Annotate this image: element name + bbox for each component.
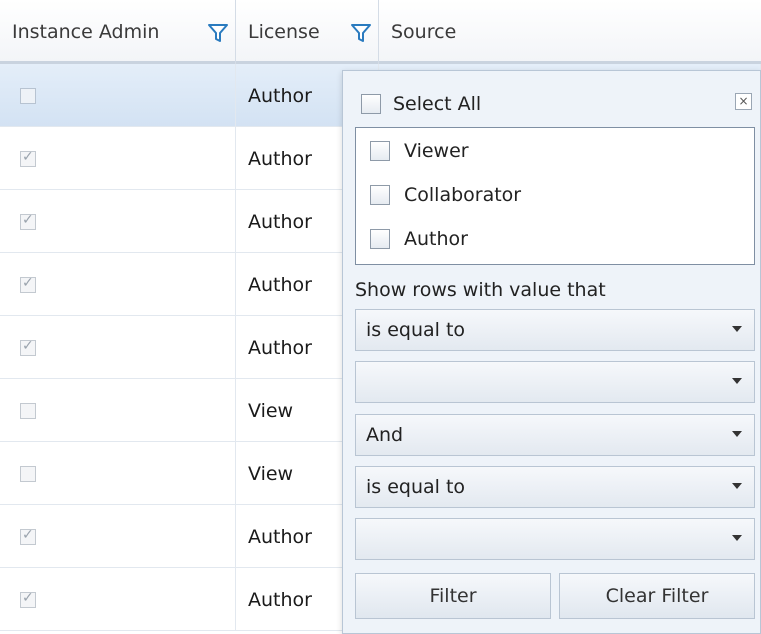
column-header-label: Source xyxy=(391,21,457,43)
admin-checkbox[interactable] xyxy=(20,87,36,104)
dropdown-value: And xyxy=(366,424,404,446)
filter-option-author[interactable]: Author xyxy=(370,228,468,250)
admin-checkbox[interactable] xyxy=(20,149,36,167)
admin-cell xyxy=(0,316,236,379)
admin-checkbox[interactable] xyxy=(20,465,36,482)
admin-cell xyxy=(0,253,236,316)
chevron-down-icon xyxy=(732,431,742,437)
option-label: Collaborator xyxy=(404,184,522,206)
column-header-label: License xyxy=(248,21,320,43)
option-checkbox[interactable] xyxy=(370,229,390,249)
chevron-down-icon xyxy=(732,535,742,541)
column-header-label: Instance Admin xyxy=(12,21,160,43)
chevron-down-icon xyxy=(732,378,742,384)
filter-icon[interactable] xyxy=(207,22,229,44)
operator-dropdown-1[interactable]: is equal to xyxy=(355,309,755,351)
admin-cell xyxy=(0,190,236,253)
filter-popup: Select All × Viewer Collaborator Author … xyxy=(342,70,761,634)
option-checkbox[interactable] xyxy=(370,141,390,161)
admin-cell xyxy=(0,442,236,505)
admin-checkbox[interactable] xyxy=(20,527,36,545)
dropdown-value: is equal to xyxy=(366,476,466,498)
admin-checkbox[interactable] xyxy=(20,590,36,608)
value-dropdown-1[interactable] xyxy=(355,361,755,403)
admin-cell xyxy=(0,568,236,631)
column-header-source[interactable]: Source xyxy=(379,0,761,64)
admin-cell xyxy=(0,127,236,190)
grid-header: Instance Admin License Source xyxy=(0,0,761,64)
column-header-instance-admin[interactable]: Instance Admin xyxy=(0,0,236,64)
filter-button[interactable]: Filter xyxy=(355,573,551,619)
filter-option-viewer[interactable]: Viewer xyxy=(370,140,469,162)
admin-checkbox[interactable] xyxy=(20,212,36,230)
show-rows-label: Show rows with value that xyxy=(355,279,606,301)
option-checkbox[interactable] xyxy=(370,185,390,205)
option-label: Viewer xyxy=(404,140,469,162)
admin-cell xyxy=(0,64,236,127)
clear-filter-button[interactable]: Clear Filter xyxy=(559,573,755,619)
admin-cell xyxy=(0,379,236,442)
admin-cell xyxy=(0,505,236,568)
admin-checkbox[interactable] xyxy=(20,338,36,356)
operator-dropdown-2[interactable]: is equal to xyxy=(355,466,755,508)
option-label: Author xyxy=(404,228,468,250)
dropdown-value: is equal to xyxy=(366,319,466,341)
select-all-checkbox[interactable] xyxy=(361,94,381,114)
logic-dropdown[interactable]: And xyxy=(355,414,755,456)
column-header-license[interactable]: License xyxy=(236,0,379,64)
chevron-down-icon xyxy=(732,483,742,489)
filter-icon[interactable] xyxy=(350,22,372,44)
select-all-option[interactable]: Select All xyxy=(361,93,481,115)
close-icon[interactable]: × xyxy=(735,93,752,110)
admin-checkbox[interactable] xyxy=(20,275,36,293)
select-all-label: Select All xyxy=(393,93,482,115)
filter-options-list: Viewer Collaborator Author xyxy=(355,127,755,265)
chevron-down-icon xyxy=(732,326,742,332)
admin-checkbox[interactable] xyxy=(20,402,36,419)
filter-option-collaborator[interactable]: Collaborator xyxy=(370,184,521,206)
value-dropdown-2[interactable] xyxy=(355,518,755,560)
